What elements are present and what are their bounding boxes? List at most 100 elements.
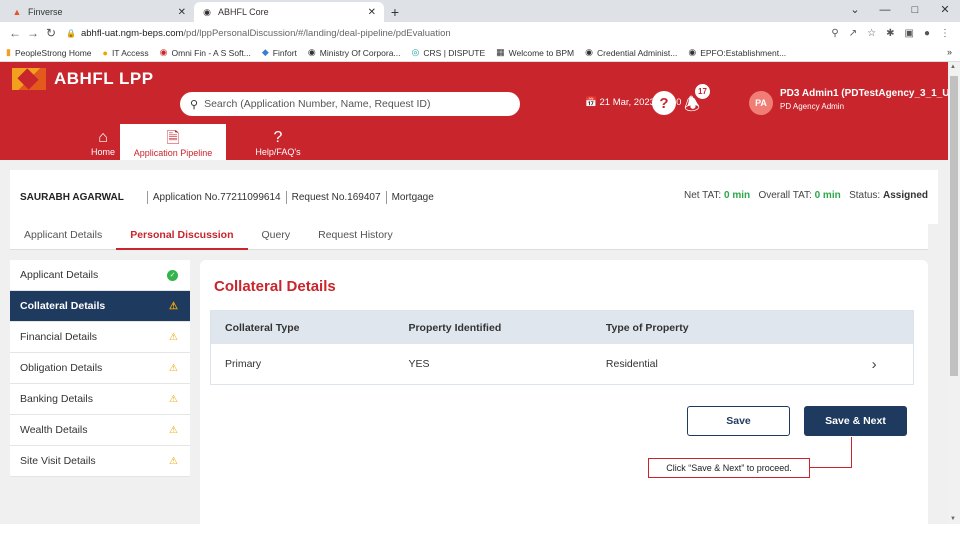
url-field[interactable]: 🔒 abhfl-uat.ngm-beps.com/pd/lppPersonalD… [66, 24, 831, 42]
table-header: Collateral Type Property Identified Type… [211, 311, 913, 344]
bookmark-item[interactable]: ● IT Access [103, 48, 149, 58]
sidebar-item-site-visit-details[interactable]: Site Visit Details ⚠ [10, 446, 190, 477]
product-type: Mortgage [391, 191, 434, 203]
applicant-name: SAURABH AGARWAL [20, 191, 124, 203]
back-icon[interactable]: ← [6, 26, 24, 40]
restore-icon[interactable]: □ [900, 0, 930, 22]
net-tat-value: 0 min [723, 190, 751, 201]
main-content: SAURABH AGARWAL Application No.772110996… [0, 160, 948, 524]
bookmark-item[interactable]: ◆ Finfort [262, 47, 297, 58]
forward-icon[interactable]: → [24, 26, 42, 40]
save-button[interactable]: Save [687, 406, 790, 436]
browser-tab-label: ABHFL Core [218, 7, 269, 17]
page-scrollbar[interactable]: ▲ ▼ [948, 62, 960, 524]
address-bar: ← → ↻ 🔒 abhfl-uat.ngm-beps.com/pd/lppPer… [0, 22, 960, 44]
save-and-next-button[interactable]: Save & Next [804, 406, 907, 436]
menu-icon[interactable]: ⋮ [940, 28, 950, 39]
url-host: abhfl-uat.ngm-beps.com [80, 27, 184, 39]
browser-tab-finverse[interactable]: ▲ Finverse ✕ [4, 2, 194, 22]
zoom-icon[interactable]: ⚲ [831, 28, 838, 39]
chevron-down-icon[interactable]: ⌄ [840, 0, 870, 22]
avatar[interactable]: PA [749, 91, 773, 115]
browser-actions: ⚲ ↗ ☆ ✱ ▣ ● ⋮ [831, 28, 950, 39]
collateral-details-panel: Collateral Details Collateral Type Prope… [200, 260, 928, 524]
search-placeholder: Search (Application Number, Name, Reques… [204, 98, 431, 110]
warning-icon: ⚠ [169, 331, 178, 343]
bottom-strip [0, 524, 960, 540]
tab-applicant-details[interactable]: Applicant Details [10, 220, 116, 250]
sidebar-item-collateral-details[interactable]: Collateral Details ⚠ [10, 291, 190, 322]
application-number: Application No.77211099614 [152, 191, 281, 203]
window-close-icon[interactable]: ✕ [930, 0, 960, 22]
extensions-icon[interactable]: ✱ [886, 28, 894, 39]
sidebar-item-financial-details[interactable]: Financial Details ⚠ [10, 322, 190, 353]
lock-icon: 🔒 [66, 28, 76, 38]
folder-icon: ▮ [6, 47, 11, 57]
reload-icon[interactable]: ↻ [42, 26, 60, 40]
search-input[interactable]: ⚲ Search (Application Number, Name, Requ… [180, 92, 520, 116]
divider [146, 190, 148, 204]
app-logo[interactable]: ABHFL LPP [12, 68, 154, 90]
help-icon[interactable]: ? [652, 91, 676, 115]
globe-icon: ◉ [203, 6, 211, 17]
user-role: PD Agency Admin [780, 102, 845, 111]
close-icon[interactable]: ✕ [178, 7, 186, 18]
sidebar-item-wealth-details[interactable]: Wealth Details ⚠ [10, 415, 190, 446]
sidebar-icon[interactable]: ▣ [905, 28, 914, 39]
nav-help-faq[interactable]: ? Help/FAQ's [230, 127, 326, 163]
warning-icon: ⚠ [169, 362, 178, 374]
profile-icon[interactable]: ● [924, 28, 930, 39]
globe-icon: ◉ [307, 47, 316, 57]
scroll-down-icon[interactable]: ▼ [950, 516, 956, 522]
warning-icon: ⚠ [169, 455, 178, 467]
user-name: PD3 Admin1 (PDTestAgency_3_1_User_ [780, 88, 960, 99]
sidebar-item-banking-details[interactable]: Banking Details ⚠ [10, 384, 190, 415]
scroll-up-icon[interactable]: ▲ [950, 64, 956, 70]
sidebar-item-applicant-details[interactable]: Applicant Details ✓ [10, 260, 190, 291]
callout-connector [810, 467, 852, 468]
globe-icon: ◉ [688, 47, 697, 57]
nav-application-pipeline[interactable]: 🗎 Application Pipeline [120, 124, 226, 160]
sidebar-item-obligation-details[interactable]: Obligation Details ⚠ [10, 353, 190, 384]
search-icon: ⚲ [190, 98, 199, 111]
tab-request-history[interactable]: Request History [304, 220, 407, 250]
bookmark-item[interactable]: ◎ CRS | DISPUTE [412, 47, 486, 58]
close-icon[interactable]: ✕ [368, 7, 376, 18]
logo-text: ABHFL LPP [54, 69, 154, 88]
scroll-thumb[interactable] [950, 76, 958, 376]
bookmark-item[interactable]: ◉ Ministry Of Corpora... [308, 47, 401, 58]
overall-tat-value: 0 min [814, 190, 841, 201]
star-icon[interactable]: ☆ [867, 28, 876, 39]
bookmarks-bar: ▮ PeopleStrong Home ● IT Access ◉ Omni Fin … [0, 44, 960, 62]
document-icon: 🗎 [166, 130, 180, 147]
minimize-icon[interactable]: — [870, 0, 900, 22]
warning-icon: ⚠ [169, 393, 178, 405]
bookmark-item[interactable]: ◉ Credential Administ... [585, 47, 677, 58]
warning-icon: ⚠ [169, 300, 178, 312]
column-header: Collateral Type [225, 321, 300, 334]
browser-tab-abhfl-core[interactable]: ◉ ABHFL Core ✕ [194, 2, 384, 22]
page-title: Collateral Details [214, 278, 336, 295]
notification-badge: 17 [695, 84, 710, 99]
bookmark-item[interactable]: ▮ PeopleStrong Home [6, 47, 92, 58]
warning-icon: ⚠ [169, 424, 178, 436]
chevron-right-icon[interactable]: › [835, 356, 913, 373]
bookmark-item[interactable]: ◉ Omni Fin - A S Soft... [160, 47, 251, 58]
share-icon[interactable]: ↗ [849, 28, 857, 39]
bookmark-item[interactable]: ◉ EPFO:Establishment... [688, 47, 786, 58]
new-tab-button[interactable]: + [384, 2, 406, 22]
calendar-icon: 📅 [585, 97, 597, 108]
tab-personal-discussion[interactable]: Personal Discussion [116, 220, 248, 250]
url-path: /pd/lppPersonalDiscussion/#/landing/deal… [183, 27, 451, 39]
table-cell: Primary [225, 358, 262, 370]
tab-query[interactable]: Query [248, 220, 305, 250]
bookmark-icon: ▦ [496, 47, 505, 57]
table-cell: YES [408, 358, 430, 370]
column-header: Type of Property [605, 321, 689, 334]
table-row[interactable]: Primary YES Residential › [211, 344, 913, 384]
bookmark-item[interactable]: ▦ Welcome to BPM [496, 47, 574, 58]
bookmark-icon: ◉ [159, 47, 168, 57]
divider [385, 190, 387, 204]
divider [285, 190, 287, 204]
more-bookmarks-icon[interactable]: » [947, 47, 952, 57]
